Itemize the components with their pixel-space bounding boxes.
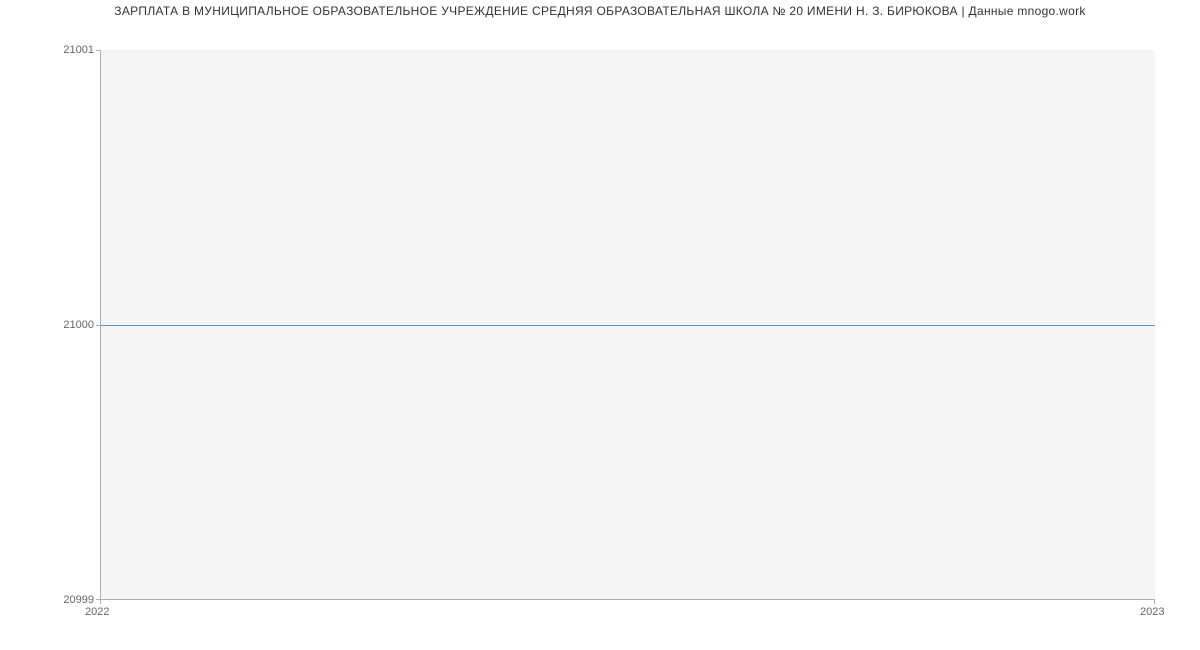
y-tick-label: 21001 bbox=[34, 44, 94, 56]
x-tickmark bbox=[1154, 600, 1155, 604]
series-line bbox=[101, 325, 1155, 326]
y-tickmark bbox=[96, 325, 100, 326]
x-tick-label: 2022 bbox=[85, 606, 109, 618]
salary-chart: ЗАРПЛАТА В МУНИЦИПАЛЬНОЕ ОБРАЗОВАТЕЛЬНОЕ… bbox=[0, 0, 1200, 650]
y-tick-label: 21000 bbox=[34, 319, 94, 331]
y-tick-label: 20999 bbox=[34, 594, 94, 606]
chart-title: ЗАРПЛАТА В МУНИЦИПАЛЬНОЕ ОБРАЗОВАТЕЛЬНОЕ… bbox=[0, 4, 1200, 18]
y-tickmark bbox=[96, 50, 100, 51]
x-tickmark bbox=[100, 600, 101, 604]
plot-area bbox=[100, 50, 1155, 600]
x-tick-label: 2023 bbox=[1140, 606, 1164, 618]
